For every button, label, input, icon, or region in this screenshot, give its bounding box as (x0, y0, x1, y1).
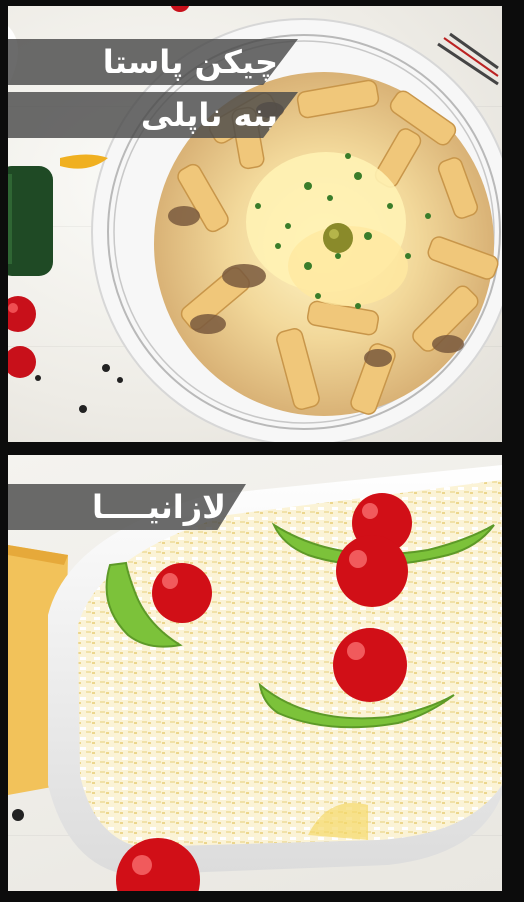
caption-lasagna: لازانیــــا (8, 484, 246, 530)
pasta-photo-panel: چیکن پاستا پنه ناپلی (8, 6, 502, 442)
caption-penne-napoli: پنه ناپلی (8, 92, 298, 138)
caption-chicken-pasta: چیکن پاستا (8, 39, 298, 85)
lasagna-photo-panel: لازانیــــا (8, 455, 502, 891)
